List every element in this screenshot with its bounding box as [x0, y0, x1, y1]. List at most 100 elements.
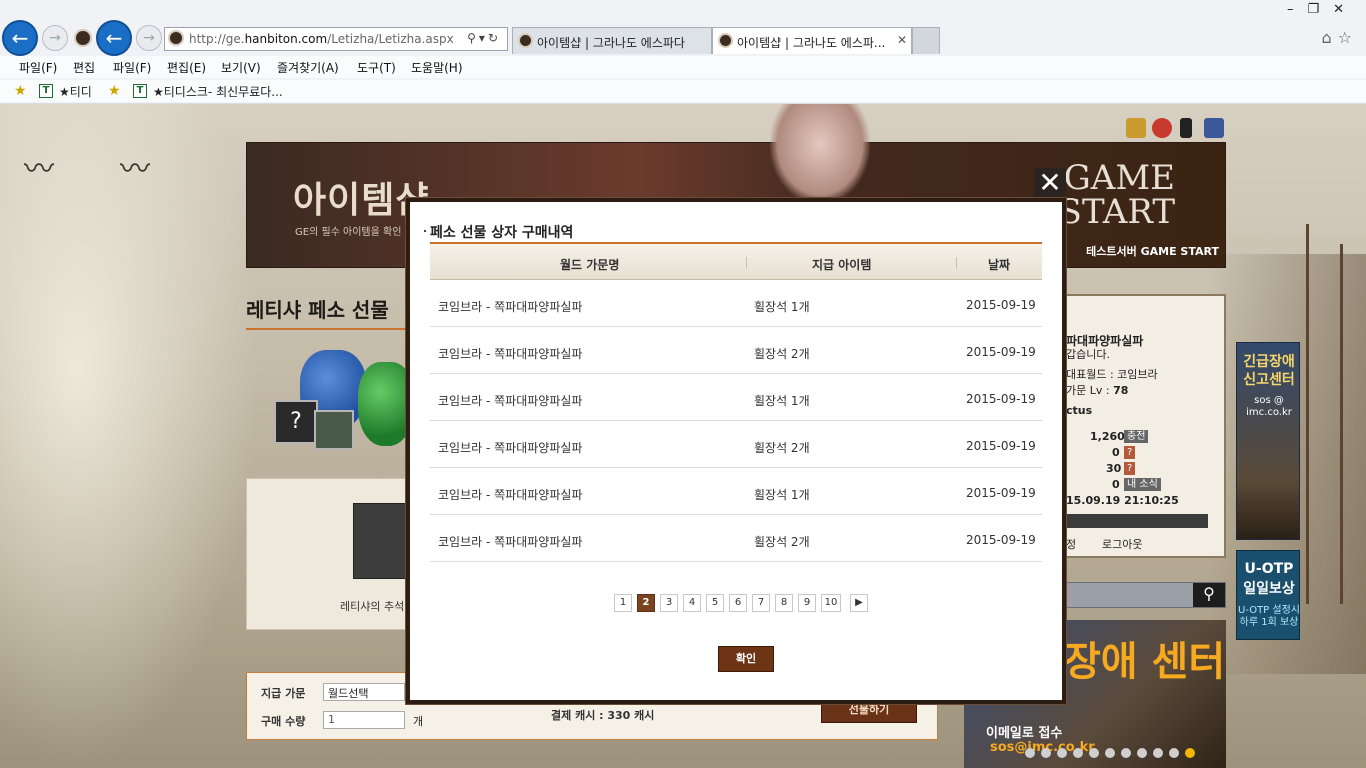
game-start-button[interactable]: GAME START	[1059, 161, 1175, 229]
column-item: 지급 아이템	[812, 258, 872, 272]
tdisk-icon: T	[39, 84, 53, 98]
content-label: 레티샤의 추석	[340, 600, 405, 613]
tab-itemshop-1[interactable]: 아이템샵 | 그라나도 에스파다	[512, 27, 712, 54]
ship-mast	[1306, 224, 1309, 604]
dropdown-icon: ▾	[478, 31, 488, 45]
charge-button[interactable]: 충전	[1124, 430, 1149, 443]
page-10-button[interactable]: 10	[821, 594, 841, 612]
big-ad-title: 장애 센터	[1064, 639, 1226, 685]
tab-favicon	[718, 33, 733, 48]
carousel-dot[interactable]	[1089, 748, 1099, 758]
search-input[interactable]: ⚲	[1060, 582, 1226, 608]
carousel-dot[interactable]	[1041, 748, 1051, 758]
carousel-dot[interactable]	[1025, 748, 1035, 758]
row-date: 2015-09-19	[966, 345, 1036, 359]
favorite-link-left[interactable]: ★티디	[59, 83, 92, 100]
forward-arrow-icon: →	[143, 30, 155, 46]
facebook-icon[interactable]	[1204, 118, 1224, 138]
refresh-icon: ↻	[487, 31, 501, 45]
lock-icon[interactable]	[1126, 118, 1146, 138]
carousel-dot[interactable]	[1153, 748, 1163, 758]
forward-button[interactable]: →	[42, 25, 68, 51]
cash-value: 1,260	[1090, 430, 1125, 443]
bird-icon: 〰	[120, 152, 150, 187]
menu-file[interactable]: 파일(F)	[113, 59, 151, 76]
quantity-label: 구매 수량	[261, 715, 306, 728]
help-icon[interactable]: ?	[1124, 462, 1136, 475]
test-server-link[interactable]: 테스트서버 GAME START	[1086, 243, 1219, 259]
carousel-dot[interactable]	[1169, 748, 1179, 758]
big-ad-email-label: 이메일로 접수	[986, 726, 1063, 741]
column-divider	[956, 257, 957, 269]
world-select[interactable]: 월드선택	[323, 683, 405, 701]
title-underline	[246, 328, 416, 330]
window-controls[interactable]: –❐✕	[1287, 2, 1358, 17]
google-icon[interactable]	[1152, 118, 1172, 138]
page-9-button[interactable]: 9	[798, 594, 816, 612]
tab-title: 아이템샵 | 그라나도 에스파다	[537, 36, 685, 50]
menu-edit-left[interactable]: 편집	[73, 59, 95, 76]
menu-edit[interactable]: 편집(E)	[167, 59, 206, 76]
favorites-star-icon: ☆	[1337, 28, 1358, 47]
next-page-icon[interactable]: ▶	[850, 594, 868, 612]
payment-cash: 결제 캐시 : 330 캐시	[551, 709, 655, 722]
carousel-dot-active[interactable]	[1185, 748, 1195, 758]
address-actions[interactable]: ⚲▾↻	[467, 31, 501, 45]
carousel-dot[interactable]	[1137, 748, 1147, 758]
new-tab-button[interactable]	[912, 27, 940, 54]
page-2-button-current[interactable]: 2	[637, 594, 655, 612]
my-news-button[interactable]: 내 소식	[1124, 478, 1161, 491]
menu-view[interactable]: 보기(V)	[221, 59, 261, 76]
add-favorite-icon[interactable]: ★	[108, 83, 121, 99]
uotp-subtitle: U-OTP 설정시 하루 1회 보상	[1238, 605, 1300, 628]
menu-tools[interactable]: 도구(T)	[357, 59, 396, 76]
toolbar-right-icons[interactable]: ⌂☆	[1322, 28, 1359, 47]
help-icon[interactable]: ?	[1124, 446, 1136, 459]
history-table: 월드 가문명 지급 아이템 날짜 코임브라 - 쪽파대파양파실파 휠장석 1개 …	[430, 242, 1042, 562]
coupon-value: 30	[1106, 462, 1122, 475]
tab-itemshop-2[interactable]: 아이템샵 | 그라나도 에스파... ✕	[712, 27, 912, 54]
navigation-row: ← → ← → http://ge.hanbiton.com/Letizha/L…	[0, 20, 1366, 56]
carousel-dot[interactable]	[1121, 748, 1131, 758]
page-6-button[interactable]: 6	[729, 594, 747, 612]
menu-help[interactable]: 도움말(H)	[411, 59, 463, 76]
carousel-dot[interactable]	[1073, 748, 1083, 758]
page-4-button[interactable]: 4	[683, 594, 701, 612]
favorites-bar: ★ T ★티디 ★ T ★티디스크- 최신무료다...	[0, 80, 1366, 102]
add-favorite-icon[interactable]: ★	[14, 83, 27, 99]
search-icon[interactable]: ⚲	[1193, 583, 1225, 607]
tab-close-icon[interactable]: ✕	[897, 33, 907, 47]
user-link[interactable]: 정	[1066, 536, 1076, 552]
quantity-unit: 개	[413, 715, 424, 728]
carousel-dot[interactable]	[1105, 748, 1115, 758]
mobile-icon[interactable]	[1180, 118, 1192, 138]
user-panel-bar[interactable]	[1062, 514, 1208, 528]
purchase-history-modal: 페소 선물 상자 구매내역 월드 가문명 지급 아이템 날짜 코임브라 - 쪽파…	[406, 198, 1066, 704]
back-button-2[interactable]: ←	[96, 20, 132, 56]
menu-favorites[interactable]: 즐겨찾기(A)	[277, 59, 339, 76]
carousel-dot[interactable]	[1057, 748, 1067, 758]
row-world-family: 코임브라 - 쪽파대파양파실파	[438, 488, 583, 502]
quantity-input[interactable]: 1	[323, 711, 405, 729]
sos-center-ad[interactable]: 긴급장애 신고센터 sos @ imc.co.kr	[1236, 342, 1300, 540]
page-8-button[interactable]: 8	[775, 594, 793, 612]
modal-close-icon[interactable]: ✕	[1034, 168, 1066, 200]
cactus-label: ctus	[1066, 404, 1093, 417]
forward-arrow-icon: →	[49, 30, 61, 46]
news-count: 0	[1112, 478, 1120, 491]
page-5-button[interactable]: 5	[706, 594, 724, 612]
address-bar[interactable]: http://ge.hanbiton.com/Letizha/Letizha.a…	[164, 27, 508, 51]
favorite-link[interactable]: ★티디스크- 최신무료다...	[153, 83, 283, 100]
uotp-ad[interactable]: U-OTP 일일보상 U-OTP 설정시 하루 1회 보상	[1236, 550, 1300, 640]
menu-file-left[interactable]: 파일(F)	[19, 59, 57, 76]
logout-link[interactable]: 로그아웃	[1102, 536, 1142, 552]
back-button[interactable]: ←	[2, 20, 38, 56]
page-3-button[interactable]: 3	[660, 594, 678, 612]
page-7-button[interactable]: 7	[752, 594, 770, 612]
page-1-button[interactable]: 1	[614, 594, 632, 612]
item-preview-image	[353, 503, 413, 579]
confirm-button[interactable]: 확인	[718, 646, 774, 672]
tdisk-icon: T	[133, 84, 147, 98]
forward-button-2[interactable]: →	[136, 25, 162, 51]
address-favicon	[168, 30, 184, 46]
